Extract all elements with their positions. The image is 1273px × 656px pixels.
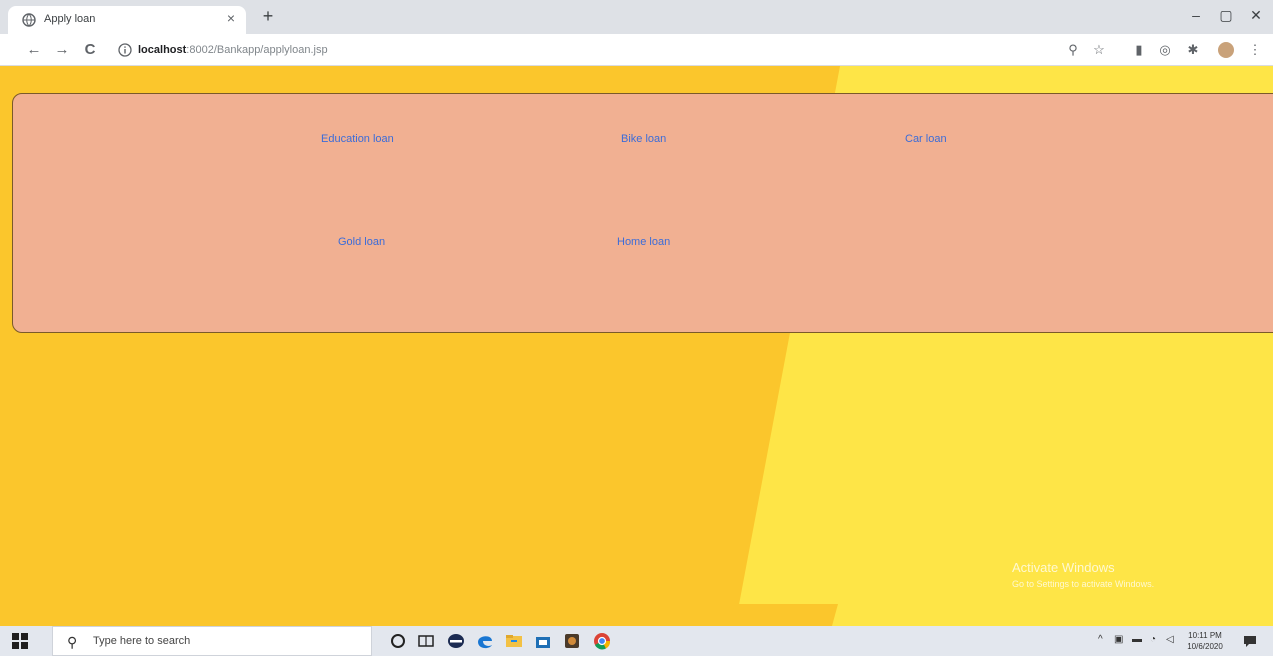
app-icon[interactable] [446,631,466,651]
profile-avatar[interactable] [1218,42,1234,58]
browser-toolbar: ← → C localhost:8002/Bankapp/applyloan.j… [0,34,1273,66]
chevron-up-icon[interactable]: ^ [1098,634,1103,645]
globe-icon [22,13,36,27]
clock-time: 10:11 PM [1188,631,1222,640]
minimize-button[interactable]: – [1184,7,1208,23]
url-path: :8002/Bankapp/applyloan.jsp [186,44,328,56]
taskbar-search[interactable]: ⚲ Type here to search [52,626,372,656]
page-content: Education loan Bike loan Car loan Gold l… [0,66,1273,626]
clock-date: 10/6/2020 [1187,642,1223,651]
windows-start-icon[interactable] [12,633,28,649]
search-icon: ⚲ [67,634,78,650]
notification-icon[interactable] [1242,633,1258,649]
network-icon[interactable]: ◔ [1150,634,1156,645]
edge-icon[interactable] [475,631,495,651]
tab-close-icon[interactable]: × [222,10,240,26]
search-placeholder: Type here to search [93,635,191,647]
activate-windows-watermark: Activate Windows Go to Settings to activ… [1012,560,1154,589]
tray-app-icon[interactable]: ▣ [1114,634,1123,645]
battery-icon[interactable]: ▬ [1132,634,1142,645]
new-tab-button[interactable]: + [257,6,279,27]
close-window-button[interactable]: ✕ [1244,7,1268,24]
app-icon[interactable] [562,631,582,651]
extension-icon[interactable]: ▮ [1130,42,1148,58]
extension-icon[interactable]: ◎ [1156,42,1174,58]
watermark-subtitle: Go to Settings to activate Windows. [1012,579,1155,589]
chrome-icon[interactable] [592,631,612,651]
info-icon[interactable] [118,43,132,57]
task-view-icon[interactable] [416,631,436,651]
menu-icon[interactable]: ⋮ [1246,42,1264,58]
address-bar[interactable]: localhost:8002/Bankapp/applyloan.jsp [138,44,328,56]
file-explorer-icon[interactable] [504,631,524,651]
back-button[interactable]: ← [24,41,44,58]
car-loan-link[interactable]: Car loan [905,133,947,145]
browser-tab[interactable]: Apply loan × [8,6,246,34]
bike-loan-link[interactable]: Bike loan [621,133,666,145]
taskbar: ⚲ Type here to search ^ ▣ ▬ ◔ ◁ 10:11 PM [0,626,1273,656]
taskbar-clock[interactable]: 10:11 PM 10/6/2020 [1185,630,1225,652]
star-icon[interactable]: ☆ [1090,42,1108,58]
url-host: localhost [138,44,187,56]
gold-loan-link[interactable]: Gold loan [338,236,385,248]
zoom-icon[interactable]: ⚲ [1064,42,1082,58]
reload-button[interactable]: C [80,41,100,58]
puzzle-icon[interactable]: ✱ [1184,42,1202,58]
home-loan-link[interactable]: Home loan [617,236,670,248]
watermark-title: Activate Windows [1012,560,1115,575]
tab-title: Apply loan [44,13,96,25]
tab-bar: Apply loan × + – ▢ ✕ [0,0,1273,34]
forward-button[interactable]: → [52,41,72,58]
store-icon[interactable] [533,631,553,651]
maximize-button[interactable]: ▢ [1214,7,1238,24]
education-loan-link[interactable]: Education loan [321,133,394,145]
volume-icon[interactable]: ◁ [1166,634,1174,645]
loan-panel: Education loan Bike loan Car loan Gold l… [12,93,1273,333]
cortana-icon[interactable] [388,631,408,651]
